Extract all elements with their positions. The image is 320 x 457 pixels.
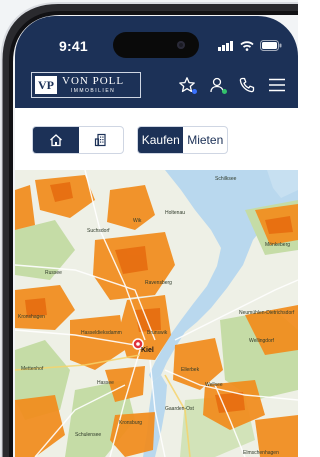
dynamic-island: [113, 32, 199, 58]
buy-rent-toggle: Kaufen Mieten: [137, 126, 228, 154]
place-label: Neumühlen-Dietrichsdorf: [239, 310, 295, 316]
logo-name: VON POLL: [62, 75, 125, 87]
status-icons: [218, 40, 282, 51]
camera-icon: [177, 41, 185, 49]
signal-icon: [218, 40, 233, 51]
place-label: Holtenau: [165, 210, 186, 216]
user-status-dot: [222, 89, 227, 94]
logo-subtitle: IMMOBILIEN: [70, 88, 116, 94]
star-icon[interactable]: [178, 76, 197, 94]
logo-initials: VP: [35, 76, 57, 94]
place-label: Mönkeberg: [265, 242, 291, 248]
place-label: Wellsee: [205, 382, 223, 388]
place-label: Kronsburg: [119, 420, 143, 426]
user-icon[interactable]: [208, 76, 227, 94]
house-icon: [49, 134, 62, 147]
place-label: Elmschenhagen: [243, 450, 279, 456]
header-actions: [178, 76, 286, 94]
property-type-toggle: [32, 126, 124, 154]
place-label: Mettenhof: [21, 366, 44, 372]
app-screen: 9:41 VP VON POLL IMMOBILIEN Kaufen Miete…: [15, 16, 298, 457]
menu-icon[interactable]: [268, 76, 286, 94]
wifi-icon: [240, 40, 254, 51]
building-icon: [94, 133, 106, 147]
battery-icon: [260, 40, 282, 51]
place-label: Kronshagen: [18, 314, 45, 320]
app-header: 9:41 VP VON POLL IMMOBILIEN: [15, 16, 298, 108]
top-bar: VP VON POLL IMMOBILIEN: [15, 66, 298, 108]
place-label: Schilksee: [215, 176, 237, 182]
map-view[interactable]: Kiel Kronshagen Wellsee Ellerbek Gaarden…: [15, 170, 298, 457]
place-label: Schulensee: [75, 432, 102, 438]
phone-icon[interactable]: [238, 76, 256, 94]
place-label: Hassee: [97, 380, 114, 386]
city-label: Kiel: [141, 347, 154, 354]
building-type-button[interactable]: [79, 127, 124, 153]
place-label: Wik: [133, 218, 142, 224]
status-bar: 9:41: [15, 16, 298, 58]
place-label: Ellerbek: [181, 367, 200, 373]
favorites-dot: [192, 89, 197, 94]
place-label: Brunswik: [147, 330, 168, 336]
place-label: Gaarden-Ost: [165, 406, 194, 412]
buy-button[interactable]: Kaufen: [138, 127, 184, 153]
place-label: Ravensberg: [145, 280, 172, 286]
filter-bar: Kaufen Mieten: [15, 108, 298, 170]
place-label: Russee: [45, 270, 62, 276]
place-label: Wellingdorf: [249, 338, 274, 344]
status-time: 9:41: [59, 38, 88, 54]
brand-logo[interactable]: VP VON POLL IMMOBILIEN: [31, 72, 141, 98]
place-label: Suchsdorf: [87, 228, 110, 234]
house-type-button[interactable]: [33, 127, 79, 153]
place-label: Hasseldieksdamm: [81, 330, 122, 336]
rent-button[interactable]: Mieten: [183, 127, 227, 153]
phone-device: 9:41 VP VON POLL IMMOBILIEN Kaufen Miete…: [0, 0, 298, 457]
